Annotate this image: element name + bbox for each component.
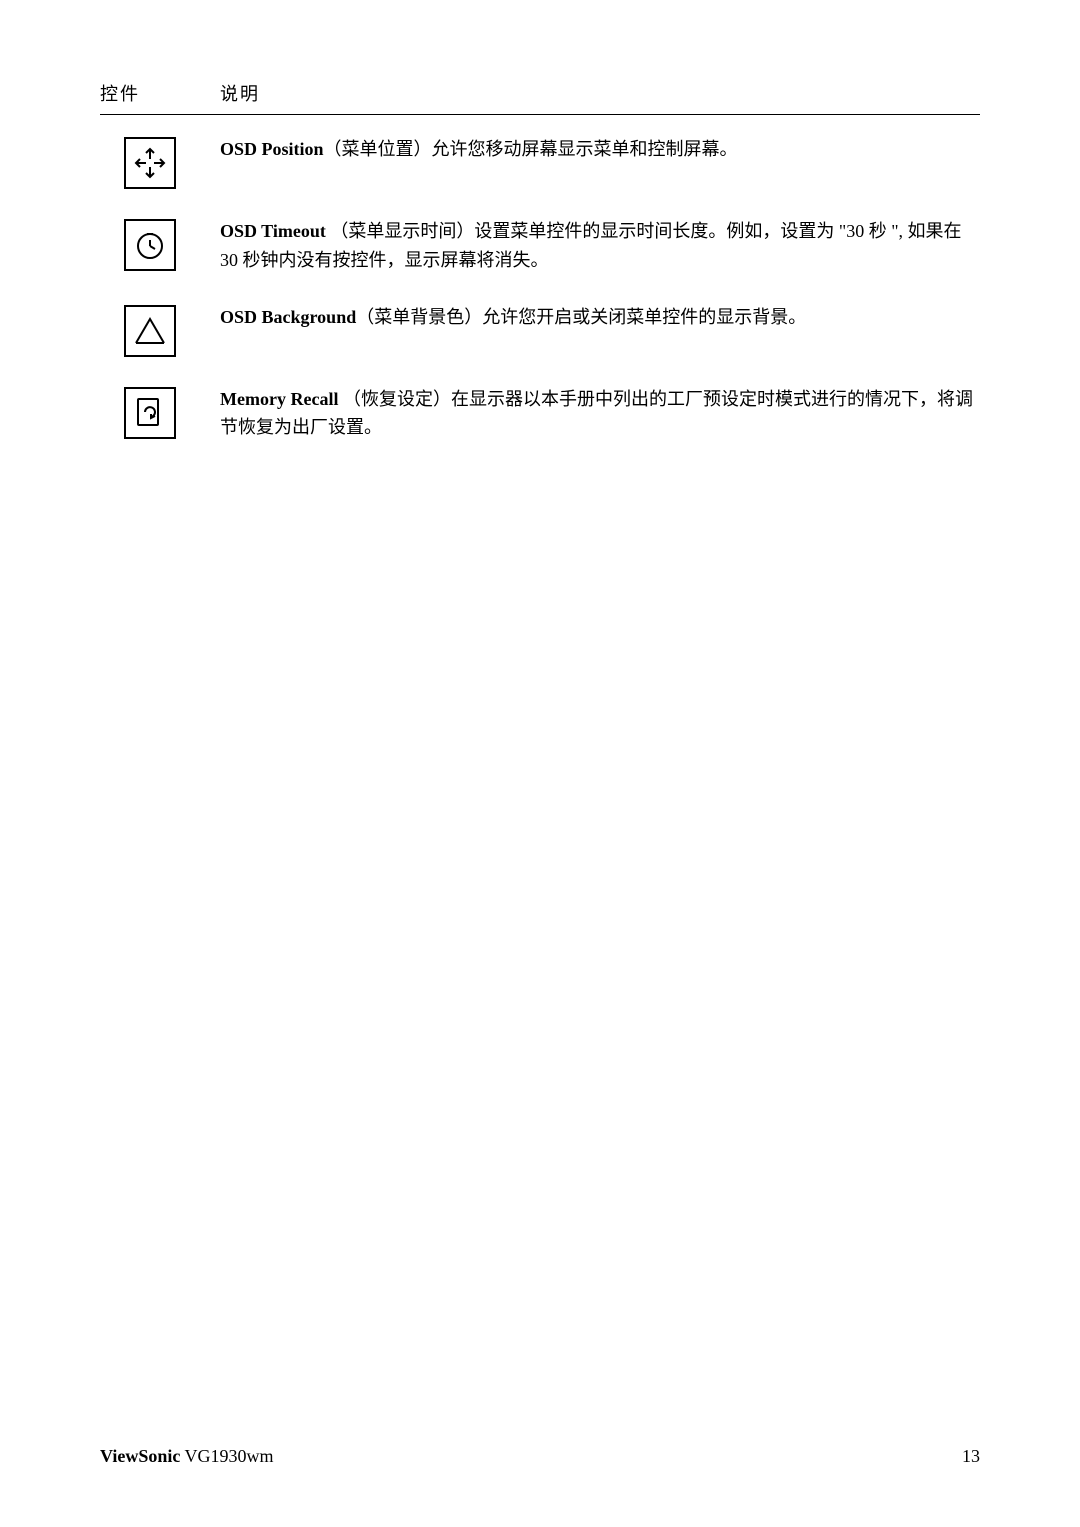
osd-position-icon (124, 137, 176, 189)
page-content: 控件 说明 (0, 0, 1080, 1527)
memory-recall-label: Memory Recall (220, 389, 338, 409)
table-rows: OSD Position（菜单位置）允许您移动屏幕显示菜单和控制屏幕。 (100, 135, 980, 442)
osd-position-text: （菜单位置）允许您移动屏幕显示菜单和控制屏幕。 (324, 139, 738, 159)
osd-background-label: OSD Background (220, 307, 356, 327)
osd-timeout-text: （菜单显示时间）设置菜单控件的显示时间长度。例如，设置为 "30 秒 ", 如果… (220, 221, 962, 270)
footer-page-number: 13 (962, 1446, 980, 1467)
osd-timeout-desc: OSD Timeout （菜单显示时间）设置菜单控件的显示时间长度。例如，设置为… (220, 217, 980, 275)
column-control-label: 控件 (100, 80, 220, 106)
memory-recall-desc: Memory Recall （恢复设定）在显示器以本手册中列出的工厂预设定时模式… (220, 385, 980, 443)
osd-background-text: （菜单背景色）允许您开启或关闭菜单控件的显示背景。 (356, 307, 806, 327)
table-row: OSD Position（菜单位置）允许您移动屏幕显示菜单和控制屏幕。 (100, 135, 980, 189)
osd-position-icon-cell (100, 135, 200, 189)
osd-position-label: OSD Position (220, 139, 324, 159)
table-row: OSD Background（菜单背景色）允许您开启或关闭菜单控件的显示背景。 (100, 303, 980, 357)
table-row: OSD Timeout （菜单显示时间）设置菜单控件的显示时间长度。例如，设置为… (100, 217, 980, 275)
memory-recall-icon-cell (100, 385, 200, 439)
table-header: 控件 说明 (100, 80, 980, 115)
osd-timeout-icon-cell (100, 217, 200, 271)
osd-background-icon (124, 305, 176, 357)
osd-timeout-label: OSD Timeout (220, 221, 326, 241)
table-row: Memory Recall （恢复设定）在显示器以本手册中列出的工厂预设定时模式… (100, 385, 980, 443)
osd-timeout-icon (124, 219, 176, 271)
osd-position-desc: OSD Position（菜单位置）允许您移动屏幕显示菜单和控制屏幕。 (220, 135, 980, 164)
osd-background-icon-cell (100, 303, 200, 357)
brand-name: ViewSonic (100, 1446, 180, 1466)
footer-brand: ViewSonic VG1930wm (100, 1446, 274, 1467)
osd-background-desc: OSD Background（菜单背景色）允许您开启或关闭菜单控件的显示背景。 (220, 303, 980, 332)
page-footer: ViewSonic VG1930wm 13 (100, 1446, 980, 1467)
model-name: VG1930wm (185, 1446, 274, 1466)
column-desc-label: 说明 (220, 80, 980, 106)
memory-recall-icon (124, 387, 176, 439)
